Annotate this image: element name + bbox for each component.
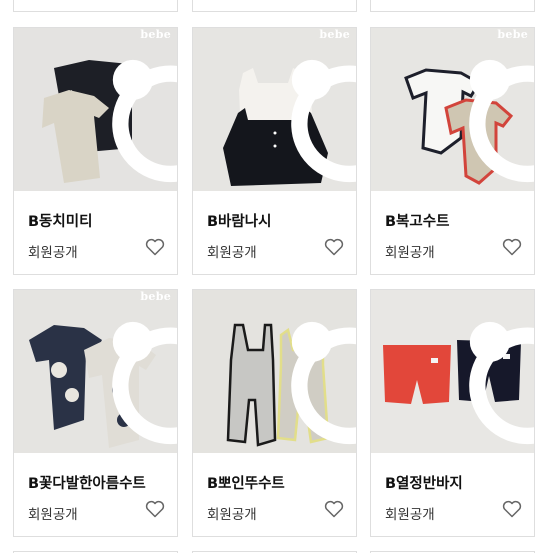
product-name[interactable]: B바람나시 — [207, 210, 271, 231]
heart-outline-icon[interactable] — [324, 238, 344, 256]
product-image[interactable]: bebe — [14, 28, 177, 191]
bear-logo-icon — [112, 321, 177, 445]
product-card[interactable]: B열정반바지 회원공개 — [370, 289, 535, 537]
product-image[interactable]: bebe — [14, 290, 177, 453]
product-price: 회원공개 — [385, 245, 435, 261]
product-card[interactable]: B뽀인뚜수트 회원공개 — [192, 289, 357, 537]
product-price: 회원공개 — [385, 507, 435, 523]
product-price: 회원공개 — [28, 507, 78, 523]
heart-outline-icon[interactable] — [145, 500, 165, 518]
heart-outline-icon[interactable] — [502, 500, 522, 518]
bear-logo-icon — [469, 59, 534, 183]
bear-logo-icon — [112, 59, 177, 183]
product-name[interactable]: B동치미티 — [28, 210, 92, 231]
product-card-partial[interactable] — [13, 0, 178, 12]
product-image[interactable] — [193, 290, 356, 453]
bear-logo-icon — [291, 59, 356, 183]
product-card[interactable]: bebe B바람나시 회원공개 — [192, 27, 357, 275]
product-image[interactable]: bebe — [371, 28, 534, 191]
product-name[interactable]: B꽃다발한아름수트 — [28, 472, 146, 493]
product-price: 회원공개 — [207, 507, 257, 523]
product-card[interactable]: bebe B복고수트 회원공개 — [370, 27, 535, 275]
product-image[interactable]: bebe — [193, 28, 356, 191]
product-card[interactable]: bebe B꽃다발한아름수트 회원공개 — [13, 289, 178, 537]
product-name[interactable]: B뽀인뚜수트 — [207, 472, 285, 493]
heart-outline-icon[interactable] — [145, 238, 165, 256]
bear-logo-icon — [291, 321, 356, 445]
product-price: 회원공개 — [28, 245, 78, 261]
product-image[interactable] — [371, 290, 534, 453]
product-card-partial[interactable] — [370, 0, 535, 12]
product-card[interactable]: bebe B동치미티 회원공개 — [13, 27, 178, 275]
product-name[interactable]: B복고수트 — [385, 210, 449, 231]
product-name[interactable]: B열정반바지 — [385, 472, 463, 493]
heart-outline-icon[interactable] — [502, 238, 522, 256]
heart-outline-icon[interactable] — [324, 500, 344, 518]
product-price: 회원공개 — [207, 245, 257, 261]
product-card-partial[interactable] — [192, 0, 357, 12]
bear-logo-icon — [469, 321, 534, 445]
